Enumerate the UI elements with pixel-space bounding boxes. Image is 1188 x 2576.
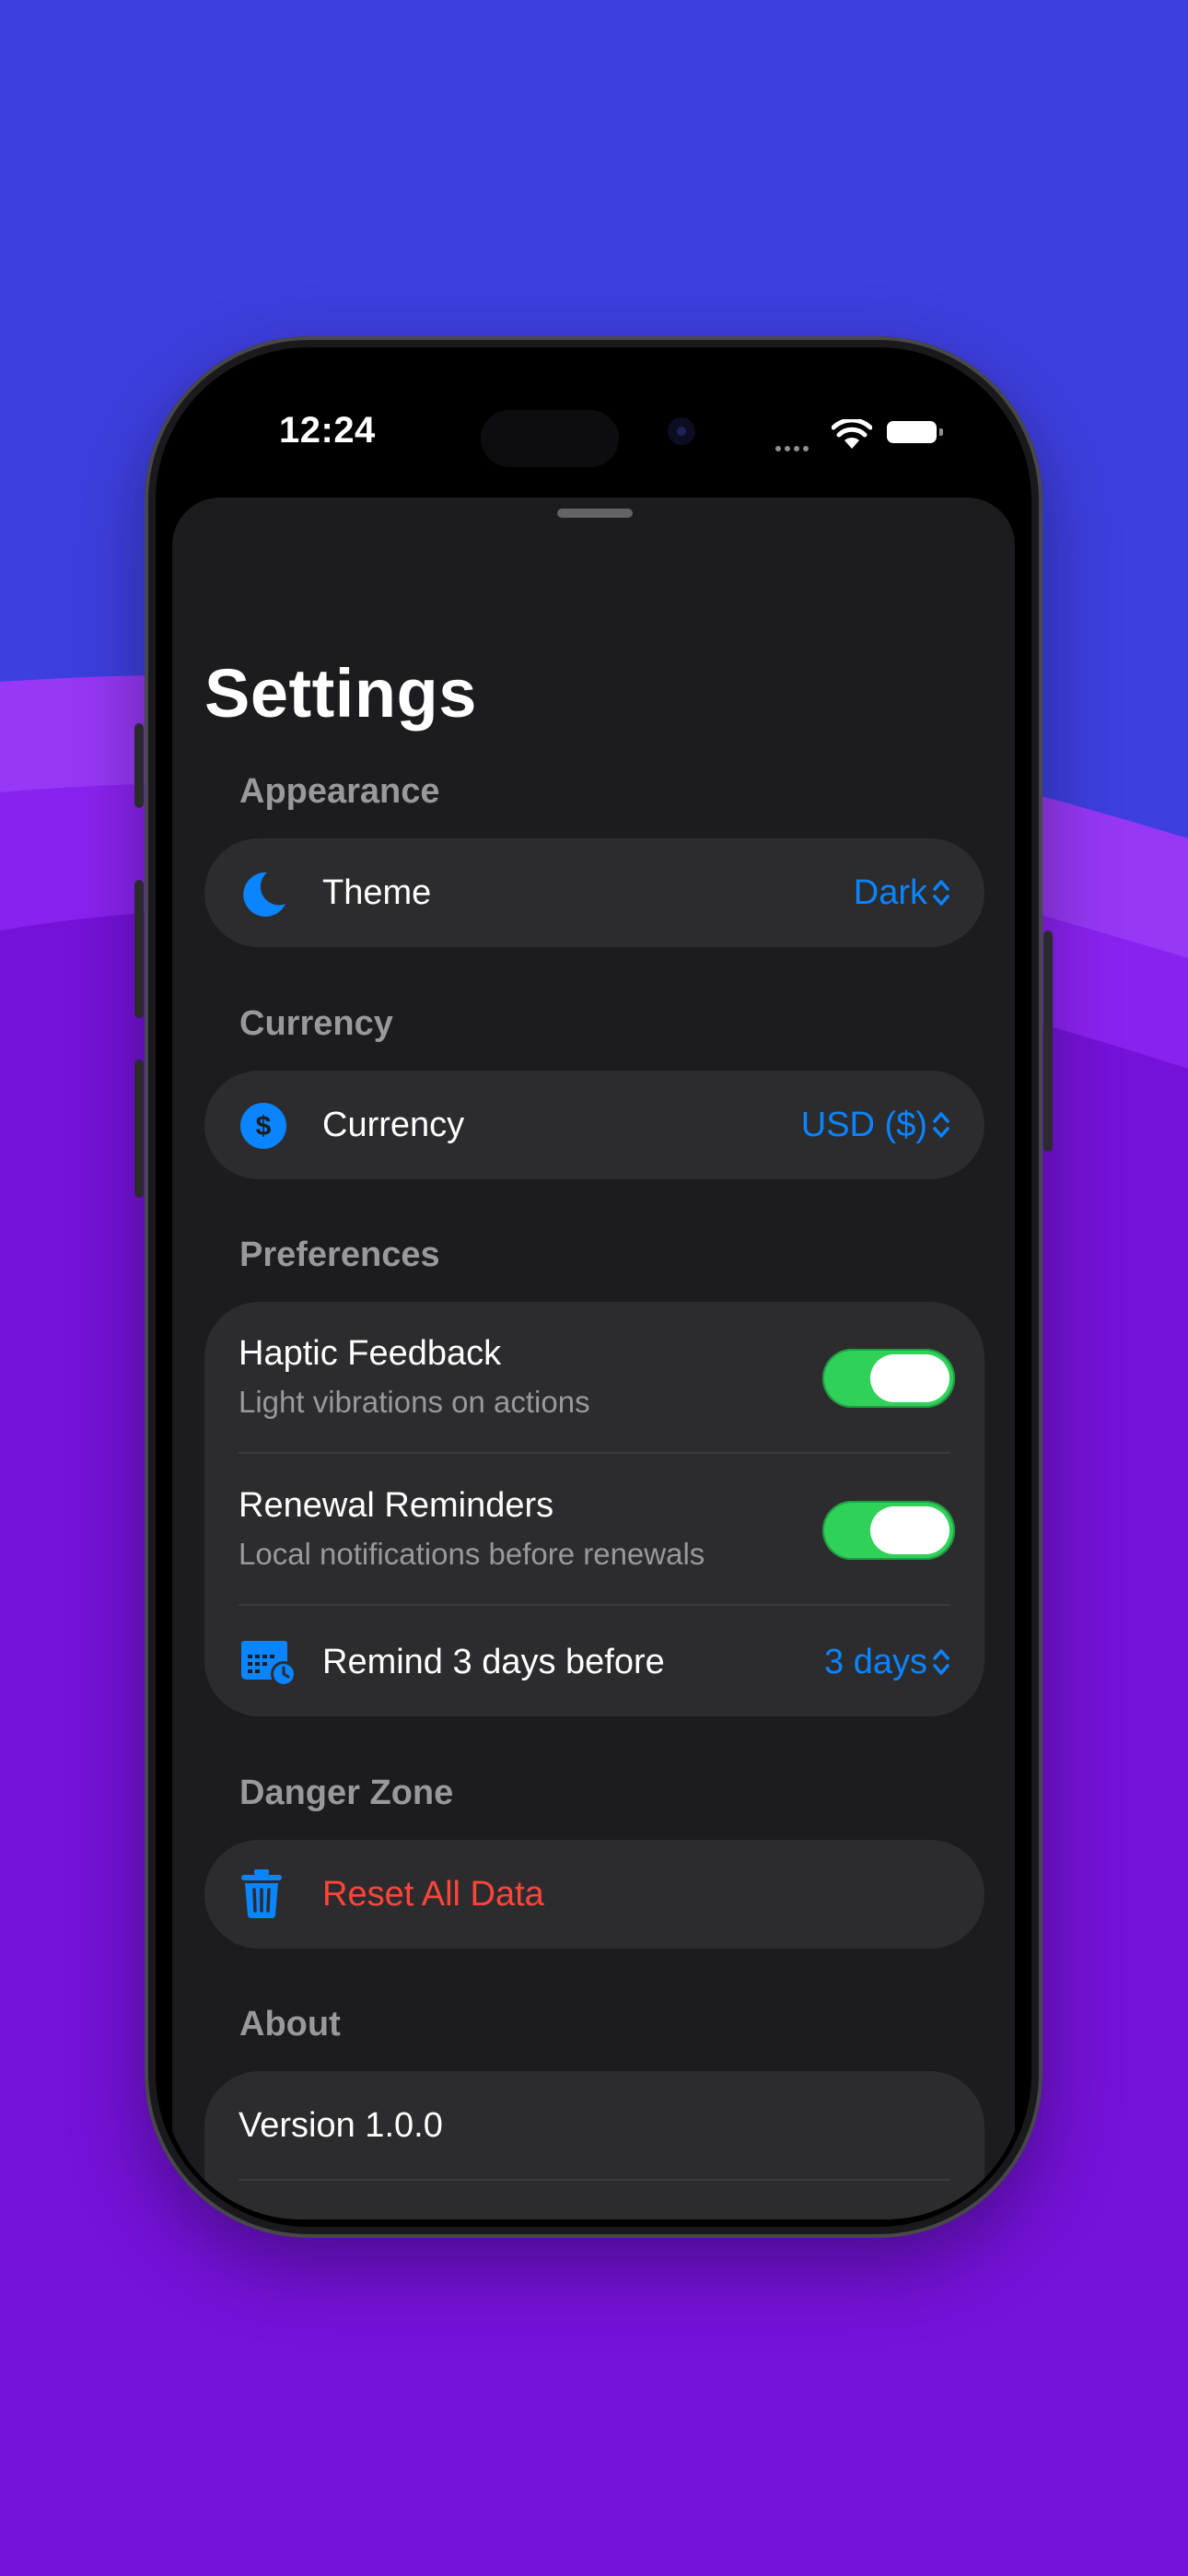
section-header-appearance: Appearance — [239, 772, 440, 811]
toggle-knob — [870, 1506, 949, 1554]
chevron-up-down-icon — [933, 880, 949, 906]
currency-value: USD ($) — [800, 1106, 927, 1144]
trash-icon — [241, 1869, 282, 1918]
reset-all-data-button[interactable]: Reset All Data — [204, 1840, 984, 1949]
calendar-clock-icon — [241, 1641, 297, 1687]
reset-all-data-label: Reset All Data — [322, 1875, 544, 1914]
section-header-preferences: Preferences — [239, 1235, 440, 1274]
moon-icon — [243, 872, 285, 917]
section-header-about: About — [239, 2005, 341, 2043]
theme-label: Theme — [322, 873, 432, 912]
theme-row[interactable]: Theme Dark — [204, 838, 984, 947]
remind-days-row[interactable]: Remind 3 days before 3 days — [204, 1606, 984, 1716]
toggle-knob — [870, 1354, 949, 1402]
volume-down-button — [134, 1060, 144, 1198]
volume-up-button — [134, 880, 144, 1018]
divider — [239, 1452, 950, 1454]
remind-days-value: 3 days — [824, 1643, 927, 1681]
preferences-card: Haptic Feedback Light vibrations on acti… — [204, 1302, 984, 1716]
section-header-danger-zone: Danger Zone — [239, 1774, 454, 1812]
chevron-up-down-icon — [933, 1112, 949, 1138]
haptic-feedback-title: Haptic Feedback — [239, 1334, 502, 1373]
page-title: Settings — [204, 655, 477, 732]
haptic-feedback-toggle[interactable] — [822, 1349, 955, 1408]
screen: 12:24 Settings Appearance Theme Dark Cur… — [163, 355, 1024, 2219]
version-label: Version 1.0.0 — [239, 2106, 443, 2145]
svg-text:$: $ — [256, 1111, 272, 1142]
haptic-feedback-subtitle: Light vibrations on actions — [239, 1385, 590, 1419]
divider — [239, 2179, 950, 2181]
currency-row[interactable]: $ Currency USD ($) — [204, 1071, 984, 1179]
cellular-signal-icon — [775, 439, 812, 456]
camera-icon — [668, 417, 695, 445]
remind-days-label: Remind 3 days before — [322, 1643, 665, 1681]
dollar-circle-icon: $ — [240, 1103, 286, 1149]
status-time: 12:24 — [279, 410, 376, 451]
dynamic-island — [481, 410, 619, 467]
wifi-icon — [832, 419, 872, 449]
sheet-grabber[interactable] — [557, 509, 633, 518]
power-button — [1043, 931, 1053, 1152]
theme-value: Dark — [853, 873, 927, 912]
renewal-reminders-toggle[interactable] — [822, 1501, 955, 1560]
settings-sheet: Settings Appearance Theme Dark Currency … — [172, 498, 1015, 2219]
action-button — [134, 723, 144, 808]
about-card: Version 1.0.0 — [204, 2071, 984, 2219]
renewal-reminders-subtitle: Local notifications before renewals — [239, 1537, 705, 1571]
currency-label: Currency — [322, 1106, 465, 1144]
renewal-reminders-title: Renewal Reminders — [239, 1486, 554, 1525]
chevron-up-down-icon — [933, 1649, 949, 1675]
section-header-currency: Currency — [239, 1004, 393, 1043]
battery-icon — [887, 421, 943, 443]
